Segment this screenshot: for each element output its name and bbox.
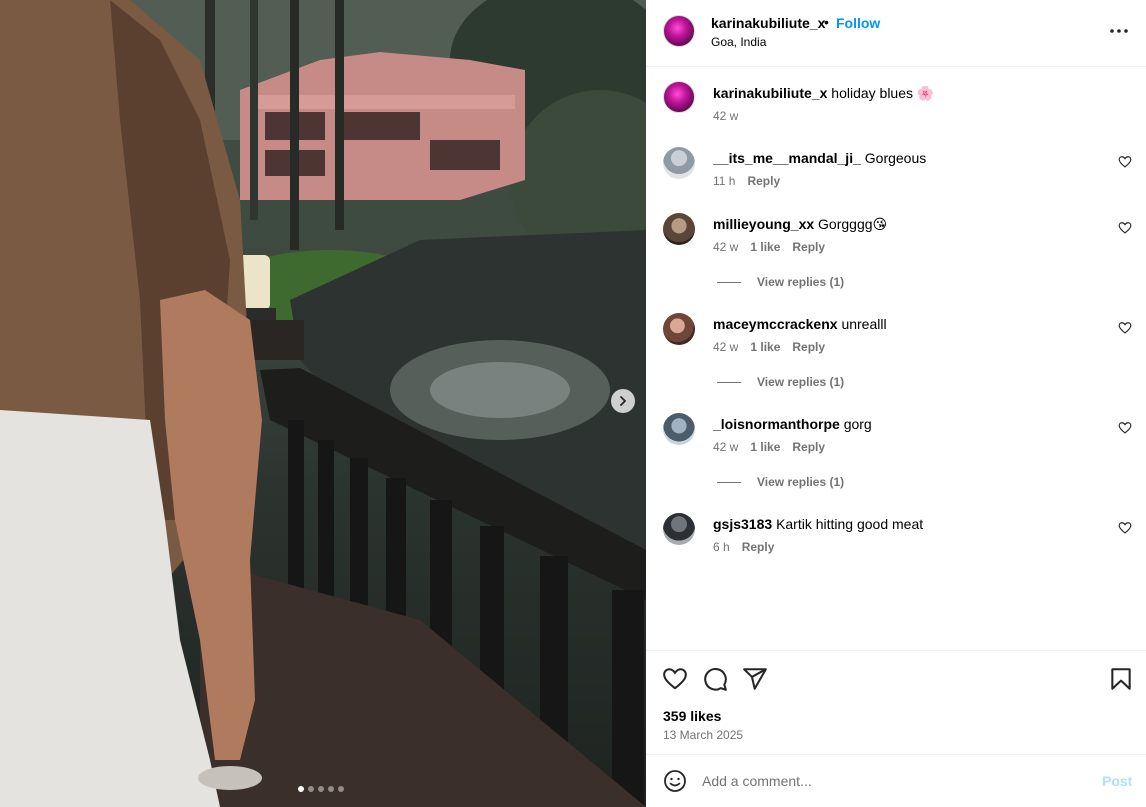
commenter-avatar[interactable] <box>663 313 695 345</box>
post-media[interactable] <box>0 0 646 807</box>
caption-avatar[interactable] <box>663 81 695 113</box>
comment-reply-button[interactable]: Reply <box>742 540 775 554</box>
post-side-panel: karinakubiliute_x • Follow Goa, India ka… <box>646 0 1146 807</box>
comment-likes[interactable]: 1 like <box>750 240 780 254</box>
comment-likes[interactable]: 1 like <box>750 340 780 354</box>
separator-dot: • <box>824 14 829 30</box>
commenter-avatar[interactable] <box>663 213 695 245</box>
comment-row: __its_me__mandal_ji_ Gorgeous 11 h Reply <box>646 147 1146 197</box>
comment-time[interactable]: 42 w <box>713 440 738 454</box>
commenter-avatar[interactable] <box>663 147 695 179</box>
comment-text: Kartik hitting good meat <box>776 516 924 532</box>
likes-count[interactable]: 359 likes <box>663 708 721 724</box>
comment-time[interactable]: 11 h <box>713 174 735 188</box>
heart-icon[interactable] <box>1118 421 1132 435</box>
comment-input[interactable] <box>702 769 1082 793</box>
comment-time[interactable]: 42 w <box>713 340 738 354</box>
commenter-avatar[interactable] <box>663 413 695 445</box>
comment-bubble-icon[interactable] <box>702 666 728 692</box>
author-avatar[interactable] <box>663 15 695 47</box>
view-replies-label: View replies (1) <box>757 275 845 289</box>
author-username[interactable]: karinakubiliute_x <box>711 15 825 31</box>
heart-icon[interactable] <box>1118 521 1132 535</box>
comment-row: gsjs3183 Kartik hitting good meat 6 h Re… <box>646 513 1146 563</box>
next-slide-button[interactable] <box>611 389 635 413</box>
heart-icon[interactable] <box>1118 321 1132 335</box>
comment-username[interactable]: _loisnormanthorpe <box>713 416 840 432</box>
carousel-dot <box>298 786 304 792</box>
comment-time[interactable]: 6 h <box>713 540 730 554</box>
caption-time[interactable]: 42 w <box>713 109 738 123</box>
view-replies-label: View replies (1) <box>757 475 845 489</box>
post-date[interactable]: 13 March 2025 <box>663 728 743 742</box>
follow-button[interactable]: Follow <box>836 15 880 31</box>
post-location[interactable]: Goa, India <box>711 35 766 49</box>
heart-icon[interactable] <box>1118 221 1132 235</box>
comment-username[interactable]: millieyoung_xx <box>713 216 814 232</box>
caption-row: karinakubiliute_x holiday blues 🌸 42 w <box>646 81 1146 141</box>
bookmark-icon[interactable] <box>1108 666 1134 692</box>
add-comment-bar: Post <box>646 755 1146 807</box>
caption-text: holiday blues 🌸 <box>831 85 935 101</box>
caption-username[interactable]: karinakubiliute_x <box>713 85 827 101</box>
carousel-indicator <box>298 786 344 792</box>
view-replies-button[interactable]: View replies (1) <box>717 275 844 289</box>
heart-icon[interactable] <box>1118 155 1132 169</box>
commenter-avatar[interactable] <box>663 513 695 545</box>
comment-reply-button[interactable]: Reply <box>792 440 825 454</box>
comment-username[interactable]: __its_me__mandal_ji_ <box>713 150 861 166</box>
carousel-dot <box>338 786 344 792</box>
more-horizontal-icon[interactable] <box>1108 20 1130 42</box>
comment-likes[interactable]: 1 like <box>750 440 780 454</box>
comment-text: Gorgggg😘 <box>818 216 888 232</box>
comment-username[interactable]: maceymccrackenx <box>713 316 838 332</box>
comment-time[interactable]: 42 w <box>713 240 738 254</box>
comment-text: unrealll <box>841 316 887 332</box>
post-header: karinakubiliute_x • Follow Goa, India <box>646 0 1146 67</box>
comment-row: millieyoung_xx Gorgggg😘 42 w 1 like Repl… <box>646 213 1146 293</box>
carousel-dot <box>328 786 334 792</box>
post-actions: 359 likes 13 March 2025 <box>646 650 1146 755</box>
comment-row: maceymccrackenx unrealll 42 w 1 like Rep… <box>646 313 1146 393</box>
comment-reply-button[interactable]: Reply <box>747 174 780 188</box>
comment-reply-button[interactable]: Reply <box>792 240 825 254</box>
comments-section[interactable]: karinakubiliute_x holiday blues 🌸 42 w _… <box>646 67 1146 650</box>
comment-username[interactable]: gsjs3183 <box>713 516 772 532</box>
comment-reply-button[interactable]: Reply <box>792 340 825 354</box>
view-replies-button[interactable]: View replies (1) <box>717 475 844 489</box>
reply-line <box>717 481 741 483</box>
post-comment-button[interactable]: Post <box>1102 773 1132 789</box>
chevron-right-icon <box>620 396 626 406</box>
view-replies-button[interactable]: View replies (1) <box>717 375 844 389</box>
carousel-dot <box>318 786 324 792</box>
heart-icon[interactable] <box>662 666 688 692</box>
comment-text: Gorgeous <box>864 150 927 166</box>
comment-text: gorg <box>843 416 872 432</box>
post-photo <box>0 0 646 807</box>
reply-line <box>717 381 741 383</box>
carousel-dot <box>308 786 314 792</box>
reply-line <box>717 281 741 283</box>
comment-row: _loisnormanthorpe gorg 42 w 1 like Reply… <box>646 413 1146 493</box>
share-paper-plane-icon[interactable] <box>742 666 768 692</box>
view-replies-label: View replies (1) <box>757 375 845 389</box>
emoji-smile-icon[interactable] <box>663 769 687 793</box>
